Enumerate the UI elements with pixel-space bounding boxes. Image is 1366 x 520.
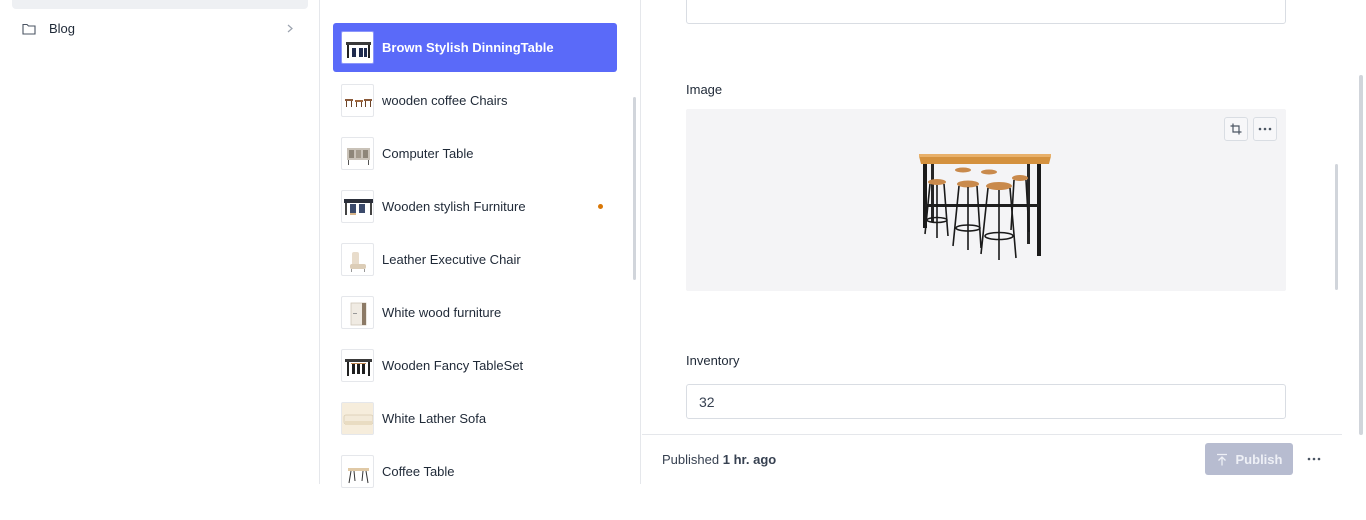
computer-table-thumbnail: [341, 137, 374, 170]
document-list-item[interactable]: White wood furniture: [333, 288, 617, 337]
document-actions-menu-button[interactable]: [1302, 449, 1326, 469]
document-title: Computer Table: [382, 146, 474, 161]
sofa-thumbnail: [341, 402, 374, 435]
document-title: Wooden stylish Furniture: [382, 199, 526, 214]
nav-item-label: Blog: [49, 21, 76, 36]
structure-pane: [0, 0, 320, 484]
executive-chair-thumbnail: [341, 243, 374, 276]
document-title: Wooden Fancy TableSet: [382, 358, 524, 373]
document-list-item[interactable]: Wooden Fancy TableSet: [333, 341, 617, 390]
inventory-field-label: Inventory: [686, 353, 740, 368]
publish-status-time: 1 hr. ago: [722, 452, 777, 467]
document-title: Coffee Table: [382, 464, 455, 479]
document-list-item[interactable]: Wooden stylish Furniture: [333, 182, 617, 231]
publish-status: Published 1 hr. ago: [662, 452, 776, 467]
publish-status-prefix: Published: [662, 452, 720, 467]
chevron-right-icon: [287, 24, 293, 33]
document-title: White Lather Sofa: [382, 411, 487, 426]
image-field-label: Image: [686, 82, 723, 97]
editor-scrollbar[interactable]: [1335, 164, 1338, 290]
document-list-item[interactable]: Brown Stylish DinningTable: [333, 23, 617, 72]
document-list-item[interactable]: Coffee Table: [333, 447, 617, 496]
document-list-item[interactable]: White Lather Sofa: [333, 394, 617, 443]
nav-item-blog[interactable]: Blog: [12, 14, 308, 44]
ellipsis-icon: [1307, 457, 1321, 461]
bar-table-with-stools-image: [919, 154, 1051, 260]
document-title: Brown Stylish DinningTable: [382, 40, 554, 55]
fancy-tableset-thumbnail: [341, 349, 374, 382]
folder-icon: [22, 23, 36, 35]
image-options-button[interactable]: [1253, 117, 1277, 141]
publish-button-label: Publish: [1235, 451, 1283, 467]
publish-arrow-icon: [1216, 453, 1227, 465]
inventory-input[interactable]: [686, 384, 1286, 419]
document-title: White wood furniture: [382, 305, 502, 320]
document-list-item[interactable]: wooden coffee Chairs: [333, 76, 617, 125]
crop-button[interactable]: [1224, 117, 1248, 141]
bar-table-thumbnail: [341, 31, 374, 64]
unpublished-changes-dot: [598, 204, 603, 209]
document-list-scrollbar[interactable]: [633, 97, 636, 280]
crop-icon: [1230, 123, 1242, 135]
previous-field-input[interactable]: [686, 0, 1286, 24]
coffee-table-thumbnail: [341, 455, 374, 488]
ellipsis-icon: [1258, 127, 1272, 131]
document-title: Leather Executive Chair: [382, 252, 521, 267]
document-title: wooden coffee Chairs: [382, 93, 508, 108]
document-list-item[interactable]: Leather Executive Chair: [333, 235, 617, 284]
document-list-item[interactable]: Computer Table: [333, 129, 617, 178]
window-scrollbar[interactable]: [1359, 75, 1363, 435]
white-furniture-thumbnail: [341, 296, 374, 329]
coffee-chairs-thumbnail: [341, 84, 374, 117]
publish-button[interactable]: Publish: [1205, 443, 1293, 475]
selected-nav-item-edge[interactable]: [12, 0, 308, 9]
stylish-furniture-thumbnail: [341, 190, 374, 223]
